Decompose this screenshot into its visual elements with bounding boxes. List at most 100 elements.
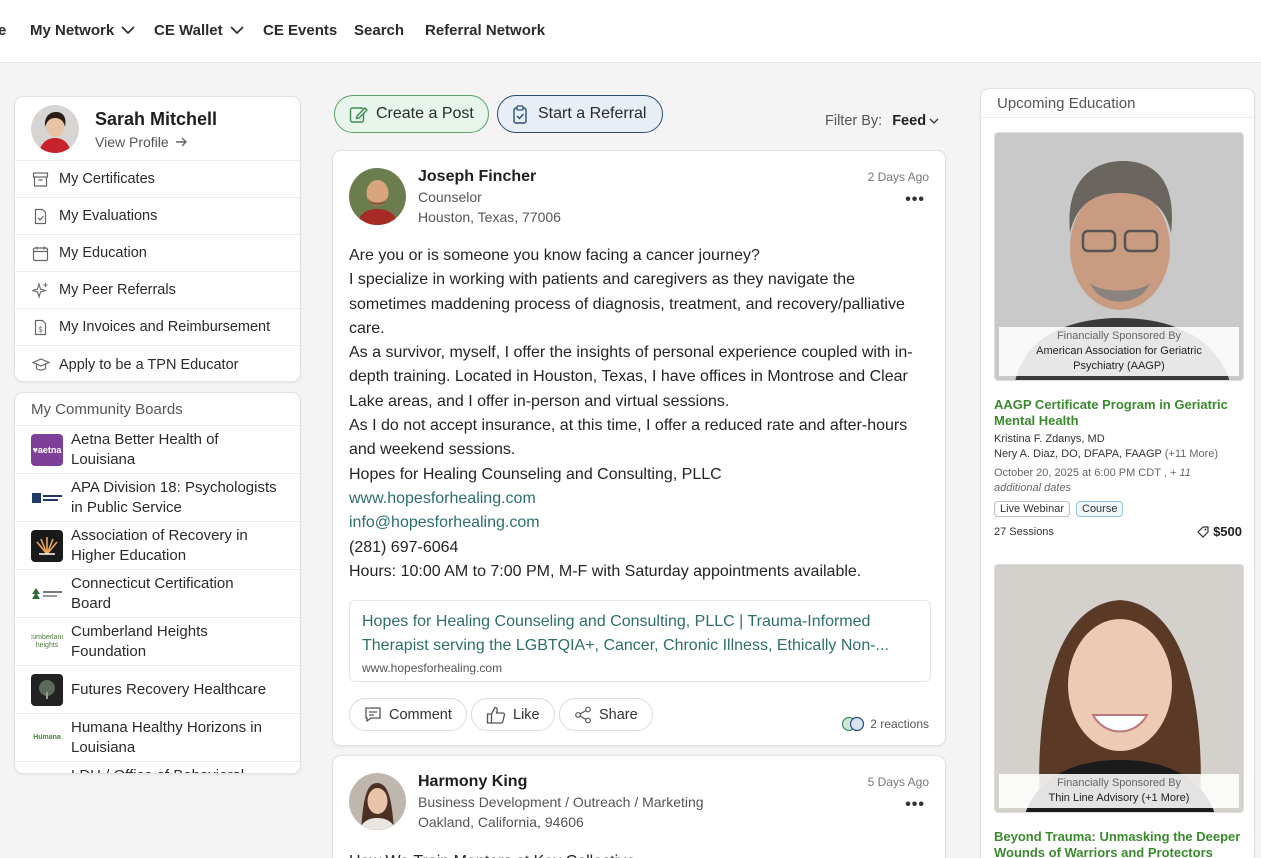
profile-header: Sarah Mitchell View Profile [15, 97, 300, 161]
post-author[interactable]: Joseph Fincher [418, 168, 536, 186]
website-link[interactable]: www.hopesforhealing.com [349, 487, 929, 511]
nav-item-my-network[interactable]: My Network [30, 22, 135, 39]
view-profile-link[interactable]: View Profile [95, 134, 188, 150]
menu-item-education[interactable]: My Education [15, 235, 300, 272]
tag-live-webinar: Live Webinar [994, 501, 1070, 517]
board-item[interactable]: Connecticut Certification Board [15, 570, 300, 618]
post-author-role: Counselor [418, 189, 482, 205]
board-logo [31, 577, 63, 610]
board-logo: ♥aetna [31, 433, 63, 466]
avatar[interactable] [31, 105, 79, 153]
svg-text:$: $ [38, 325, 43, 334]
graduation-cap-icon [31, 355, 50, 374]
document-check-icon [31, 207, 50, 226]
price-tag-icon [1197, 525, 1209, 538]
board-logo: Humana [31, 721, 63, 754]
phone-number: (281) 697-6064 [349, 538, 459, 556]
link-preview-url: www.hopesforhealing.com [362, 661, 503, 675]
share-icon [575, 706, 591, 723]
author-avatar[interactable] [349, 773, 406, 830]
nav-label: CE Wallet [154, 22, 223, 39]
top-nav: e My Network CE Wallet CE Events Search … [0, 0, 1261, 63]
course-image[interactable]: Financially Sponsored By Thin Line Advis… [994, 564, 1244, 813]
upcoming-education-card: Upcoming Education Financially Sponsored… [980, 88, 1255, 858]
author-avatar[interactable] [349, 168, 406, 225]
invoice-icon: $ [31, 318, 50, 337]
post-body: Are you or is someone you know facing a … [349, 244, 929, 584]
boards-title: My Community Boards [15, 393, 300, 426]
nav-item-truncated[interactable]: e [0, 22, 6, 39]
share-button[interactable]: Share [559, 698, 653, 731]
course-date: October 20, 2025 at 6:00 PM CDT , + 11 [994, 467, 1191, 479]
more-options-icon[interactable]: ••• [905, 796, 925, 814]
sponsor-banner: Financially Sponsored By Thin Line Advis… [999, 774, 1239, 808]
board-item[interactable]: cumberland heights Cumberland HeightsFou… [15, 618, 300, 666]
board-logo [31, 766, 63, 773]
arrow-right-icon [175, 137, 187, 147]
menu-item-peer-referrals[interactable]: My Peer Referrals [15, 272, 300, 309]
post-card: Joseph Fincher Counselor Houston, Texas,… [332, 150, 946, 746]
board-logo [31, 529, 63, 562]
profile-name: Sarah Mitchell [95, 109, 218, 129]
menu-item-evaluations[interactable]: My Evaluations [15, 198, 300, 235]
post-author-role: Business Development / Outreach / Market… [418, 794, 704, 810]
nav-item-ce-events[interactable]: CE Events [263, 22, 337, 39]
course-title[interactable]: Beyond Trauma: Unmasking the Deeper Woun… [994, 829, 1244, 858]
education-title: Upcoming Education [981, 89, 1254, 118]
board-item[interactable]: APA Division 18: Psychologists in Public … [15, 474, 300, 522]
board-item[interactable]: Futures Recovery Healthcare [15, 666, 300, 714]
board-item[interactable]: Association of Recovery in Higher Educati… [15, 522, 300, 570]
archive-icon [31, 170, 50, 189]
course-additional-dates: additional dates [994, 482, 1072, 494]
edit-icon [349, 106, 368, 123]
post-body: How We Train Mentors at Key Collective [349, 850, 929, 858]
post-author[interactable]: Harmony King [418, 773, 527, 791]
board-item[interactable]: ♥aetna Aetna Better Health of Louisiana [15, 426, 300, 474]
reaction-icons [842, 716, 865, 732]
reactions-count[interactable]: 2 reactions [841, 716, 929, 732]
post-card: Harmony King Business Development / Outr… [332, 755, 946, 858]
community-boards-card: My Community Boards ♥aetna Aetna Better … [14, 392, 301, 774]
menu-item-apply-educator[interactable]: Apply to be a TPN Educator [15, 346, 300, 383]
course-image[interactable]: Financially Sponsored By American Associ… [994, 132, 1244, 381]
tag-course: Course [1076, 501, 1124, 517]
email-link[interactable]: info@hopesforhealing.com [349, 511, 929, 535]
menu-item-certificates[interactable]: My Certificates [15, 161, 300, 198]
course-price: $500 [1197, 524, 1242, 539]
course-title[interactable]: AAGP Certificate Program in Geriatric Me… [994, 397, 1244, 429]
link-preview[interactable]: Hopes for Healing Counseling and Consult… [349, 600, 931, 682]
nav-item-referral-network[interactable]: Referral Network [425, 22, 545, 39]
board-logo [31, 673, 63, 706]
menu-item-invoices[interactable]: $ My Invoices and Reimbursement [15, 309, 300, 346]
presenter: Kristina F. Zdanys, MD [994, 433, 1105, 445]
board-logo: cumberland heights [31, 625, 63, 658]
board-item[interactable]: LDH / Office of Behavioral [15, 762, 300, 773]
profile-card: Sarah Mitchell View Profile My Certifica… [14, 96, 301, 382]
nav-item-search[interactable]: Search [354, 22, 404, 39]
chevron-down-icon [121, 26, 135, 35]
board-logo [31, 481, 63, 514]
sparkle-icon [31, 281, 50, 300]
comment-icon [365, 707, 381, 723]
office-hours: Hours: 10:00 AM to 7:00 PM, M-F with Sat… [349, 562, 862, 580]
nav-label: My Network [30, 22, 115, 39]
chevron-down-icon [929, 118, 939, 124]
post-date: 2 Days Ago [867, 170, 929, 184]
start-referral-button[interactable]: Start a Referral [497, 95, 663, 133]
link-preview-title: Hopes for Healing Counseling and Consult… [362, 613, 889, 654]
create-post-button[interactable]: Create a Post [334, 95, 489, 133]
feed-filter[interactable]: Filter By: Feed [825, 113, 939, 129]
post-author-location: Oakland, California, 94606 [418, 814, 584, 830]
board-item[interactable]: Humana Humana Healthy Horizons in Louisia… [15, 714, 300, 762]
like-button[interactable]: Like [471, 698, 555, 731]
more-options-icon[interactable]: ••• [905, 191, 925, 209]
comment-button[interactable]: Comment [349, 698, 467, 731]
nav-item-ce-wallet[interactable]: CE Wallet [154, 22, 244, 39]
filter-value: Feed [892, 113, 927, 129]
post-date: 5 Days Ago [867, 775, 929, 789]
thumbs-up-icon [486, 706, 506, 724]
presenter: Nery A. Diaz, DO, DFAPA, FAAGP (+11 More… [994, 448, 1219, 460]
post-author-location: Houston, Texas, 77006 [418, 209, 561, 225]
sponsor-banner: Financially Sponsored By American Associ… [999, 327, 1239, 376]
chevron-down-icon [229, 26, 244, 35]
